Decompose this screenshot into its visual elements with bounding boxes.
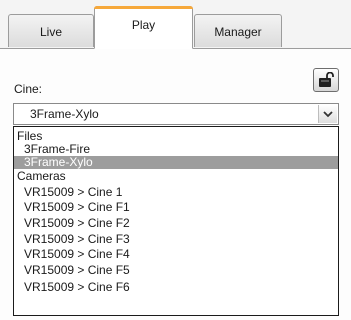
tab-live[interactable]: Live bbox=[8, 14, 94, 47]
tab-manager[interactable]: Manager bbox=[194, 14, 282, 47]
cine-select[interactable]: 3Frame-Xylo bbox=[13, 103, 339, 125]
tab-play[interactable]: Play bbox=[94, 6, 193, 49]
list-item-camera[interactable]: VR15009 > Cine F1 bbox=[14, 201, 338, 214]
list-item-file-selected[interactable]: 3Frame-Xylo bbox=[14, 156, 338, 169]
list-item-camera[interactable]: VR15009 > Cine F6 bbox=[14, 281, 338, 294]
cine-label: Cine: bbox=[14, 82, 43, 96]
group-header-cameras: Cameras bbox=[17, 169, 66, 183]
lock-button[interactable] bbox=[313, 68, 339, 92]
cine-panel: Live Play Manager Cine: 3Frame-Xylo File… bbox=[0, 0, 351, 320]
chevron-down-icon[interactable] bbox=[318, 105, 337, 123]
list-item-camera[interactable]: VR15009 > Cine F4 bbox=[14, 248, 338, 261]
list-item-camera[interactable]: VR15009 > Cine 1 bbox=[14, 186, 338, 199]
list-item-camera[interactable]: VR15009 > Cine F3 bbox=[14, 233, 338, 246]
list-item-camera[interactable]: VR15009 > Cine F5 bbox=[14, 264, 338, 277]
tab-strip: Live Play Manager bbox=[0, 0, 351, 49]
cine-dropdown-list: Files 3Frame-Fire 3Frame-Xylo Cameras VR… bbox=[13, 126, 339, 316]
cine-select-value: 3Frame-Xylo bbox=[30, 107, 99, 121]
list-item-camera[interactable]: VR15009 > Cine F2 bbox=[14, 217, 338, 230]
